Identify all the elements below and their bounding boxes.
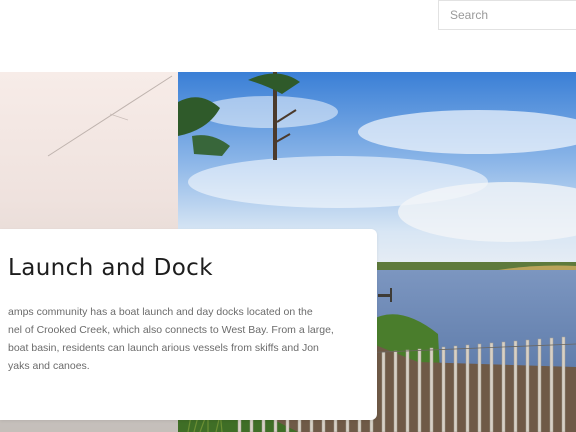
hero-section: Launch and Dock amps community has a boa…: [0, 72, 576, 432]
feature-description: amps community has a boat launch and day…: [8, 303, 338, 375]
description-line: yaks and canoes.: [8, 360, 90, 372]
description-line: boat basin, residents can launch arious …: [8, 342, 319, 354]
description-line: amps community has a boat launch and day…: [8, 306, 313, 318]
description-line: nel of Crooked Creek, which also connect…: [8, 324, 334, 336]
feature-title: Launch and Dock: [8, 255, 213, 281]
search-box[interactable]: [438, 0, 576, 30]
feature-card: Launch and Dock amps community has a boa…: [0, 229, 377, 420]
search-input[interactable]: [439, 1, 576, 29]
